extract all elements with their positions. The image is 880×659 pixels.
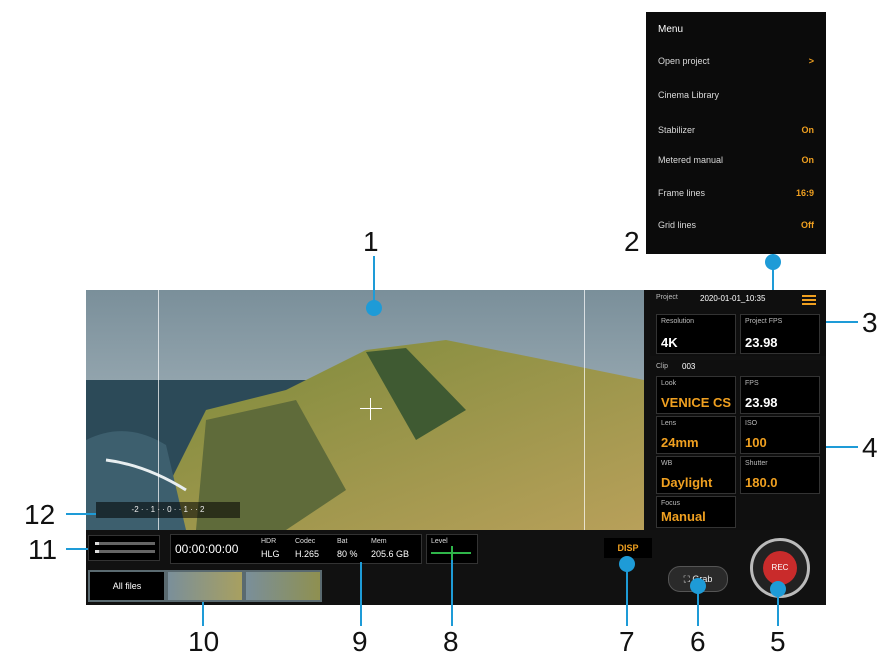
- hdr-label: HDR: [261, 538, 277, 545]
- mem-label: Mem: [371, 538, 387, 545]
- status-bar: 00:00:00:00 HDR HLG Codec H.265 Bat 80 %…: [170, 534, 422, 564]
- level-label: Level: [431, 538, 448, 545]
- mem-value: 205.6 GB: [371, 549, 410, 559]
- audio-level-meter: [88, 535, 160, 561]
- callout-line-3: [826, 321, 858, 323]
- callout-11: 11: [28, 534, 58, 565]
- codec-label: Codec: [295, 538, 316, 545]
- callout-line-10: [202, 602, 204, 626]
- frame-line-right: [584, 290, 585, 530]
- resolution-box[interactable]: Resolution 4K: [656, 314, 736, 354]
- all-files-button[interactable]: All files: [90, 572, 164, 600]
- callout-line-4: [826, 446, 858, 448]
- project-name: 2020-01-01_10:35: [700, 294, 766, 303]
- callout-line-7: [626, 566, 628, 626]
- clip-number: 003: [682, 362, 696, 371]
- project-panel: Project 2020-01-01_10:35 Resolution 4K P…: [650, 290, 826, 356]
- timecode: 00:00:00:00: [175, 542, 239, 556]
- menu-item-stabilizer[interactable]: Stabilizer On: [658, 125, 814, 135]
- thumbnail-1[interactable]: [168, 572, 242, 600]
- callout-dot-2: [765, 254, 781, 270]
- callout-dot-5: [770, 581, 786, 597]
- menu-icon[interactable]: [802, 293, 816, 307]
- lens-box[interactable]: Lens 24mm: [656, 416, 736, 454]
- callout-dot-1: [366, 300, 382, 316]
- rec-label: REC: [763, 551, 797, 585]
- callout-6: 6: [690, 626, 706, 657]
- callout-5: 5: [770, 626, 786, 657]
- project-label: Project: [656, 294, 678, 301]
- project-fps-box[interactable]: Project FPS 23.98: [740, 314, 820, 354]
- menu-title: Menu: [658, 24, 684, 35]
- menu-item-cinema-library[interactable]: Cinema Library: [658, 90, 814, 100]
- menu-item-grid-lines[interactable]: Grid lines Off: [658, 220, 814, 230]
- frame-line-left: [158, 290, 159, 530]
- menu-item-metered-manual[interactable]: Metered manual On: [658, 155, 814, 165]
- fps-box[interactable]: FPS 23.98: [740, 376, 820, 414]
- disp-button[interactable]: DISP: [604, 538, 652, 558]
- level-center-mark: [451, 546, 453, 560]
- focus-crosshair-v: [370, 398, 371, 420]
- focus-box[interactable]: Focus Manual: [656, 496, 736, 528]
- menu-item-frame-lines[interactable]: Frame lines 16:9: [658, 188, 814, 198]
- bat-label: Bat: [337, 538, 348, 545]
- camera-screen: -2 · · 1 · · 0 · · 1 · · 2 Project 2020-…: [86, 290, 826, 605]
- callout-2: 2: [624, 226, 640, 257]
- landscape-image: [86, 290, 644, 530]
- callout-line-12: [66, 513, 96, 515]
- callout-8: 8: [443, 626, 459, 657]
- focus-crosshair-h: [360, 408, 382, 409]
- callout-12: 12: [24, 499, 56, 530]
- callout-line-8: [451, 560, 453, 626]
- look-box[interactable]: Look VENICE CS: [656, 376, 736, 414]
- viewfinder[interactable]: -2 · · 1 · · 0 · · 1 · · 2: [86, 290, 644, 530]
- callout-line-9: [360, 562, 362, 626]
- callout-9: 9: [352, 626, 368, 657]
- bat-value: 80 %: [337, 549, 358, 559]
- menu-panel: Menu Open project > Cinema Library Stabil…: [646, 12, 826, 254]
- wb-box[interactable]: WB Daylight: [656, 456, 736, 494]
- clip-panel: Clip 003 Look VENICE CS FPS 23.98 Lens 24mm…: [650, 360, 826, 530]
- callout-dot-6: [690, 578, 706, 594]
- callout-7: 7: [619, 626, 635, 657]
- callout-10: 10: [188, 626, 220, 657]
- callout-1: 1: [363, 226, 379, 257]
- shutter-box[interactable]: Shutter 180.0: [740, 456, 820, 494]
- callout-3: 3: [862, 307, 878, 338]
- callout-line-11: [66, 548, 88, 550]
- codec-value: H.265: [295, 549, 320, 559]
- callout-4: 4: [862, 432, 878, 463]
- menu-item-open-project[interactable]: Open project >: [658, 56, 814, 66]
- callout-dot-7: [619, 556, 635, 572]
- hdr-value: HLG: [261, 549, 280, 559]
- callout-line-1: [373, 256, 375, 306]
- thumbnail-2[interactable]: [246, 572, 320, 600]
- iso-box[interactable]: ISO 100: [740, 416, 820, 454]
- clip-label: Clip: [656, 363, 669, 370]
- metered-manual-indicator: -2 · · 1 · · 0 · · 1 · · 2: [96, 502, 240, 518]
- thumbnail-strip: All files: [88, 570, 322, 602]
